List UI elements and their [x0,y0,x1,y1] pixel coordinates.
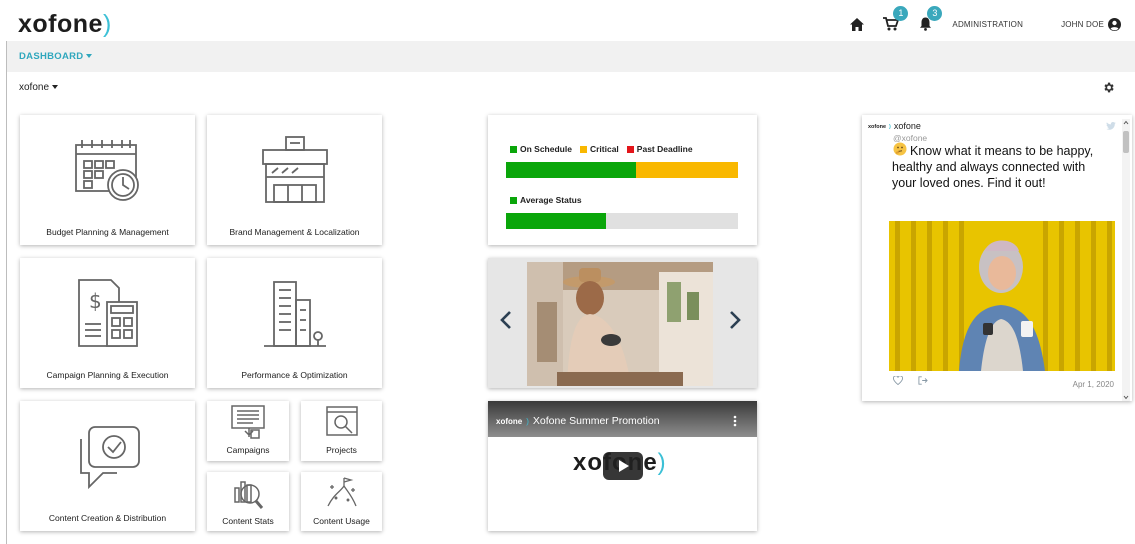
organization-selector[interactable]: xofone [19,82,59,93]
brand-logo[interactable]: xofone) [18,10,112,39]
heart-icon[interactable] [893,376,903,385]
user-menu[interactable]: JOHN DOE [1061,17,1121,31]
notification-count-badge: 3 [927,6,943,21]
storefront-icon [261,136,328,203]
flag-mountain-icon [326,477,357,507]
user-name: JOHN DOE [1061,19,1104,29]
sub-nav-bar: DASHBOARD [7,41,1135,72]
average-legend: Average Status [510,195,590,205]
scroll-down-icon[interactable] [1123,395,1129,400]
tweet-photo[interactable] [889,221,1115,371]
tile-label: Performance & Optimization [241,370,348,380]
tile-content-stats[interactable]: Content Stats [207,472,289,531]
scrollbar-thumb[interactable] [1123,131,1129,153]
top-bar: xofone) 1 3 ADMINISTRATION JOHN DOE [6,6,1135,41]
chevron-down-icon [52,85,59,90]
tile-label: Campaigns [226,445,270,455]
tile-label: Campaign Planning & Execution [46,370,169,380]
campaign-screen-icon [231,405,265,439]
tile-content-usage[interactable]: Content Usage [301,472,382,531]
tile-label: Budget Planning & Management [46,227,169,237]
project-search-icon [325,406,358,436]
carousel-photo [527,262,713,386]
svg-text:$: $ [89,289,102,313]
tweet-scrollbar[interactable] [1122,119,1130,401]
play-icon[interactable] [603,452,643,480]
speech-check-icon [79,426,140,490]
tile-label: Content Creation & Distribution [48,513,167,523]
cart-icon[interactable]: 1 [878,6,909,35]
tile-campaign-planning[interactable]: $ Campaign Planning & Execution [20,258,195,388]
tile-projects[interactable]: Projects [301,401,382,461]
home-icon[interactable] [844,13,870,35]
tile-budget-planning[interactable]: Budget Planning & Management [20,115,195,245]
status-distribution-bar [506,162,738,178]
bar-segment-on-schedule [506,162,636,178]
dashboard-menu[interactable]: DASHBOARD [19,51,93,62]
bar-segment-average [506,213,606,229]
top-nav: 1 3 ADMINISTRATION JOHN DOE [836,6,1121,41]
legend-on-schedule: On Schedule [510,144,572,154]
tweet-embed: xofone) xofone @xofone Know what it means… [862,115,1132,401]
tweet-date[interactable]: Apr 1, 2020 [1073,380,1114,389]
scroll-up-icon[interactable] [1123,120,1129,125]
legend-past-deadline: Past Deadline [626,144,693,154]
image-carousel [488,258,757,388]
tile-brand-management[interactable]: Brand Management & Localization [207,115,382,245]
twitter-bird-icon[interactable] [1106,122,1116,130]
gear-icon[interactable] [1102,81,1115,94]
tile-performance[interactable]: Performance & Optimization [207,258,382,388]
cart-count-badge: 1 [893,6,909,21]
invoice-calculator-icon: $ [77,279,138,347]
bell-icon[interactable]: 3 [912,6,943,35]
tile-content-creation[interactable]: Content Creation & Distribution [20,401,195,531]
tweet-text: Know what it means to be happy, healthy … [892,144,1094,190]
status-legend: On Schedule Critical Past Deadline [510,144,701,154]
tile-label: Projects [326,445,357,455]
chevron-down-icon [86,54,93,59]
chevron-left-icon[interactable] [498,310,514,330]
legend-critical: Critical [579,144,619,154]
tile-label: Brand Management & Localization [229,227,360,237]
average-status-bar [506,213,738,229]
share-icon[interactable] [918,376,928,385]
video-title[interactable]: xofone) Xofone Summer Promotion [496,415,660,427]
stats-magnifier-icon [234,481,264,509]
tile-label: Content Usage [313,516,370,526]
tweet-author[interactable]: xofone) xofone [868,121,921,131]
user-avatar-icon [1108,17,1121,31]
bar-segment-critical [635,162,738,178]
project-status-widget: On Schedule Critical Past Deadline Avera… [488,115,757,245]
buildings-icon [263,281,326,347]
more-vert-icon[interactable] [733,415,737,427]
administration-link[interactable]: ADMINISTRATION [952,20,1023,29]
calendar-clock-icon [74,140,139,201]
tile-label: Content Stats [222,516,274,526]
chevron-right-icon[interactable] [727,310,743,330]
tile-campaigns[interactable]: Campaigns [207,401,289,461]
video-player[interactable]: xofone)Xofone Summer Promotion xofone) [488,401,757,531]
